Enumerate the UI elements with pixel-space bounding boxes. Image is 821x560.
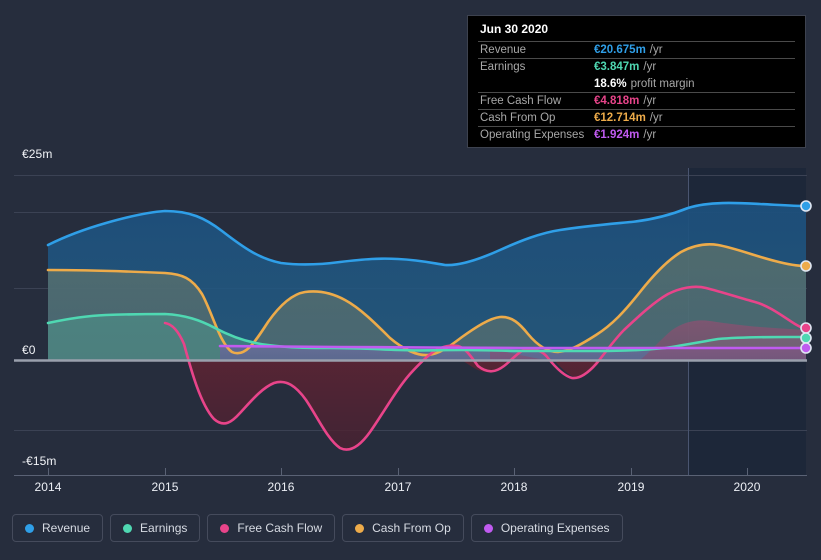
tooltip-value-cash-from-op: €12.714m [594,112,646,124]
tooltip-label-cash-from-op: Cash From Op [480,112,556,124]
tooltip-unit-operating-expenses: /yr [643,129,657,141]
chart-tooltip: Jun 30 2020 Revenue €20.675m /yr Earning… [467,15,806,148]
legend-dot-earnings-icon [123,523,133,533]
x-axis-label-2019: 2019 [617,480,645,494]
tooltip-row-earnings: Earnings €3.847m /yr [478,58,795,75]
tooltip-label-free-cash-flow: Free Cash Flow [480,95,562,107]
tooltip-row-profit-margin: 18.6% profit margin [478,75,795,92]
tooltip-value-earnings: €3.847m [594,61,640,73]
tooltip-value-profit-margin: 18.6% [594,77,627,90]
tooltip-label-revenue: Revenue [480,44,527,56]
tooltip-row-free-cash-flow: Free Cash Flow €4.818m /yr [478,92,795,109]
x-axis-label-2018: 2018 [500,480,528,494]
tooltip-row-revenue: Revenue €20.675m /yr [478,41,795,58]
legend-item-free-cash-flow[interactable]: Free Cash Flow [207,514,336,542]
y-axis-label-min: -€15m [22,454,57,468]
x-axis-label-2017: 2017 [384,480,412,494]
legend-dot-operating-expenses-icon [483,523,493,533]
financial-chart-widget: €25m €0 -€15m 2014 2015 2016 2017 2018 2… [0,0,821,560]
tooltip-unit-profit-margin: profit margin [630,77,695,90]
legend-dot-cash-from-op-icon [355,523,365,533]
chart-legend: Revenue Earnings Free Cash Flow Cash Fro… [12,514,623,542]
endpoint-revenue [800,200,812,212]
x-axis-label-2014: 2014 [34,480,62,494]
tooltip-unit-cash-from-op: /yr [649,112,663,124]
x-axis-label-2015: 2015 [151,480,179,494]
tooltip-value-free-cash-flow: €4.818m [594,95,640,107]
endpoint-cash-from-op [800,260,812,272]
tooltip-label-operating-expenses: Operating Expenses [480,129,585,141]
legend-dot-revenue-icon [25,523,34,533]
y-axis-label-max: €25m [22,147,53,161]
tooltip-value-operating-expenses: €1.924m [594,129,640,141]
tooltip-value-revenue: €20.675m [594,44,646,56]
tooltip-unit-free-cash-flow: /yr [643,95,657,107]
legend-item-cash-from-op[interactable]: Cash From Op [342,514,464,542]
endpoint-free-cash-flow [800,322,812,334]
legend-item-operating-expenses[interactable]: Operating Expenses [470,514,623,542]
x-axis-label-2020: 2020 [733,480,761,494]
legend-dot-free-cash-flow-icon [220,523,230,533]
legend-item-revenue[interactable]: Revenue [12,514,104,542]
tooltip-unit-revenue: /yr [649,44,663,56]
tooltip-title: Jun 30 2020 [480,22,549,36]
y-axis-label-zero: €0 [22,343,36,357]
x-axis-label-2016: 2016 [267,480,295,494]
tooltip-row-operating-expenses: Operating Expenses €1.924m /yr [478,126,795,143]
legend-label-operating-expenses: Operating Expenses [500,521,610,535]
legend-label-cash-from-op: Cash From Op [372,521,451,535]
legend-label-free-cash-flow: Free Cash Flow [237,521,323,535]
legend-item-earnings[interactable]: Earnings [110,514,201,542]
tooltip-label-earnings: Earnings [480,61,526,73]
x-axis-ticks [48,468,748,475]
legend-label-revenue: Revenue [42,521,91,535]
tooltip-unit-earnings: /yr [643,61,657,73]
endpoint-earnings [800,332,812,344]
legend-label-earnings: Earnings [140,521,188,535]
tooltip-row-cash-from-op: Cash From Op €12.714m /yr [478,109,795,126]
endpoint-opex [800,342,812,354]
